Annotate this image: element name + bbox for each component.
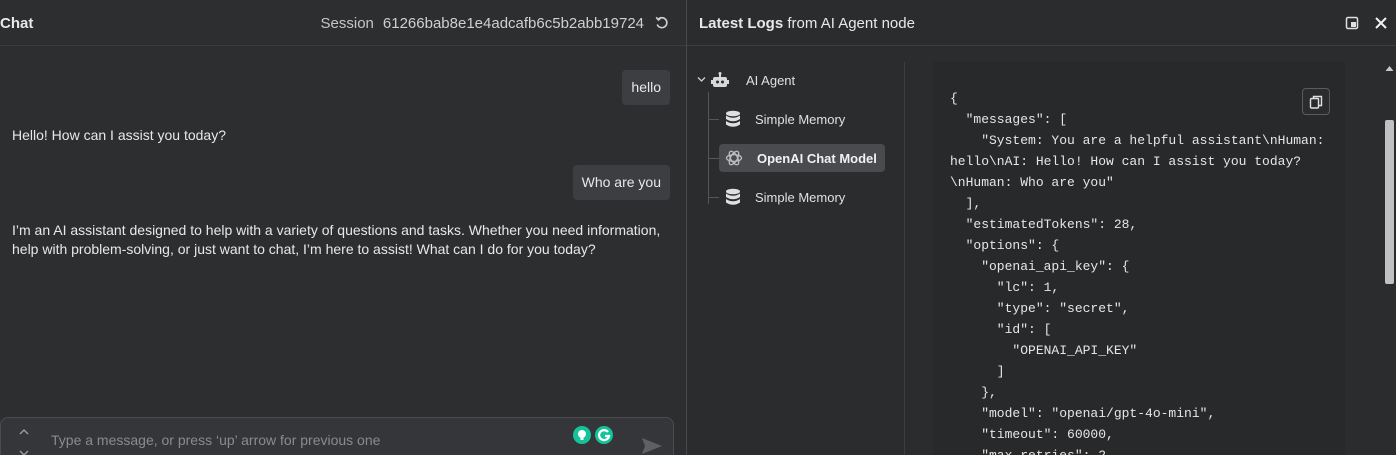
chevron-down-icon[interactable] (697, 76, 706, 83)
database-icon (726, 110, 740, 127)
json-line: "messages": [ (950, 112, 1068, 127)
reset-session-icon[interactable] (654, 15, 670, 31)
json-code: { "messages": [ "System: You are a helpf… (950, 88, 1324, 455)
chevron-down-icon[interactable] (17, 448, 31, 455)
json-line: "id": [ (950, 322, 1052, 337)
json-line: ] (950, 364, 1005, 379)
json-line: "max_retries": 2, (950, 445, 1324, 455)
session-id: 61266bab8e1e4adcafb6c5b2abb19724 (382, 15, 644, 32)
logs-panel: Latest Logs from AI Agent node AI Agent (687, 0, 1396, 455)
logs-title: Latest Logs from AI Agent node (699, 15, 915, 32)
chat-panel: Chat Session 61266bab8e1e4adcafb6c5b2abb1… (0, 0, 686, 455)
scrollbar[interactable] (1383, 62, 1396, 455)
logs-title-bold: Latest Logs (699, 15, 784, 32)
database-icon (726, 188, 740, 205)
tree-item-simple-memory[interactable]: Simple Memory (719, 105, 853, 133)
close-icon[interactable] (1374, 16, 1388, 30)
json-line: "timeout": 60000, (950, 427, 1114, 442)
json-output: { "messages": [ "System: You are a helpf… (933, 62, 1345, 455)
tree-item-label: Simple Memory (755, 189, 846, 205)
tree-connector (708, 158, 719, 159)
json-line: "System: You are a helpful assistant\nHu… (950, 133, 1325, 148)
tree-connector-line (708, 92, 709, 204)
tree-item-openai-chat-model[interactable]: OpenAI Chat Model (719, 144, 885, 172)
scroll-up-icon[interactable] (1385, 65, 1394, 72)
message-input-box (0, 417, 674, 455)
tree-item-label: Simple Memory (755, 111, 846, 127)
scrollbar-thumb[interactable] (1385, 120, 1394, 284)
copy-button[interactable] (1302, 88, 1330, 115)
logs-header: Latest Logs from AI Agent node (687, 0, 1396, 46)
send-icon[interactable] (640, 435, 664, 455)
json-line: "estimatedTokens": 28, (950, 217, 1138, 232)
log-tree: AI Agent Simple Memory OpenAI Chat Model (687, 62, 905, 455)
bot-message: Hello! How can I assist you today? (12, 127, 226, 143)
chevron-up-icon[interactable] (17, 427, 31, 437)
user-message: Who are you (572, 165, 670, 200)
session-info: Session 61266bab8e1e4adcafb6c5b2abb19724 (321, 15, 644, 32)
json-line: "openai_api_key": { (950, 259, 1130, 274)
json-line: { (950, 91, 958, 106)
logs-title-rest: from AI Agent node (783, 15, 915, 32)
message-input[interactable] (51, 432, 551, 448)
json-line: }, (950, 385, 997, 400)
copy-icon (1309, 95, 1323, 109)
tree-root-label: AI Agent (746, 73, 796, 88)
openai-icon (725, 150, 743, 166)
json-line: "type": "secret", (950, 301, 1130, 316)
json-line: "options": { (950, 238, 1060, 253)
chat-header: Chat Session 61266bab8e1e4adcafb6c5b2abb1… (0, 0, 686, 46)
open-window-icon[interactable] (1345, 16, 1359, 30)
json-line: hello\nAI: Hello! How can I assist you t… (950, 154, 1302, 169)
tree-item-label: OpenAI Chat Model (757, 150, 877, 166)
tree-connector (708, 197, 719, 198)
chat-title: Chat (0, 15, 34, 32)
tree-connector (708, 119, 719, 120)
grammarly-icon[interactable] (572, 425, 616, 445)
json-line: "lc": 1, (950, 280, 1060, 295)
session-label: Session (320, 15, 374, 32)
json-line: "model": "openai/gpt-4o-mini", (950, 406, 1216, 421)
tree-item-simple-memory[interactable]: Simple Memory (719, 183, 853, 211)
bot-message: I’m an AI assistant designed to help wit… (12, 222, 661, 257)
user-message: hello (622, 70, 670, 105)
json-line: \nHuman: Who are you" (950, 175, 1114, 190)
json-line: "OPENAI_API_KEY" (950, 343, 1138, 358)
json-line: ], (950, 196, 982, 211)
robot-icon (711, 72, 729, 87)
